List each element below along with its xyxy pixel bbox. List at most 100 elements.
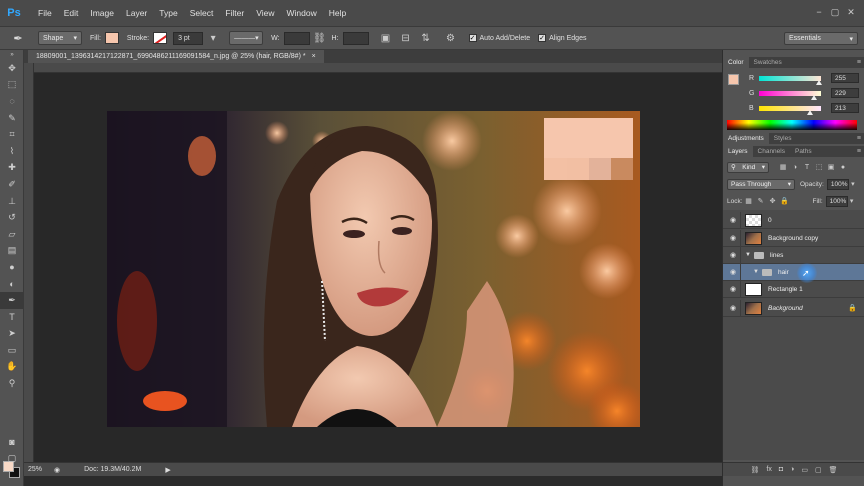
slider-b[interactable]: B 213 <box>749 102 861 115</box>
slider-r-value[interactable]: 255 <box>831 73 859 83</box>
zoom-level[interactable]: 25% <box>28 466 42 473</box>
workspace-select[interactable]: Essentials ▾ <box>784 32 858 45</box>
quick-select-tool-icon[interactable]: ✎ <box>0 110 24 127</box>
layer-row-background[interactable]: ◉ Background 🔒 <box>723 299 864 317</box>
hand-tool-icon[interactable]: ✋ <box>0 359 24 376</box>
kind-filter-select[interactable]: ⚲ Kind ▾ <box>727 161 769 173</box>
panel-menu-icon[interactable]: ≡ <box>857 148 861 155</box>
layer-row-0[interactable]: ◉ 0 <box>723 211 864 229</box>
height-input[interactable] <box>342 31 369 45</box>
path-selection-tool-icon[interactable]: ➤ <box>0 326 24 343</box>
document-canvas-image[interactable] <box>107 111 640 427</box>
path-operations-icon[interactable]: ▣ <box>379 31 393 45</box>
pen-tool-icon[interactable]: ✒ <box>0 292 24 309</box>
layer-row-hair[interactable]: ◉ ▼ hair <box>723 263 864 281</box>
share-icon[interactable]: ◉ <box>54 466 60 474</box>
tab-channels[interactable]: Channels <box>753 146 790 157</box>
lock-pixels-icon[interactable]: ✎ <box>755 196 767 207</box>
menu-view[interactable]: View <box>250 8 280 18</box>
layer-row-lines[interactable]: ◉ ▼ lines <box>723 246 864 264</box>
visibility-eye-icon[interactable]: ◉ <box>726 285 740 293</box>
path-alignment-icon[interactable]: ⊟ <box>399 31 413 45</box>
close-tab-icon[interactable]: × <box>312 53 316 60</box>
visibility-eye-icon[interactable]: ◉ <box>726 304 740 312</box>
collapse-icon[interactable]: » <box>0 50 24 60</box>
crop-tool-icon[interactable]: ⌗ <box>0 126 24 143</box>
healing-brush-tool-icon[interactable]: ✚ <box>0 160 24 177</box>
vertical-ruler[interactable] <box>24 63 34 462</box>
move-tool-icon[interactable]: ✥ <box>0 60 24 77</box>
shape-tool-icon[interactable]: ▭ <box>0 342 24 359</box>
filter-shape-icon[interactable]: ⬚ <box>813 162 825 173</box>
gradient-tool-icon[interactable]: ▤ <box>0 243 24 260</box>
chevron-down-icon[interactable]: ▾ <box>848 196 856 207</box>
current-color-swatch[interactable] <box>728 74 739 85</box>
quick-mask-icon[interactable]: ◙ <box>0 434 24 451</box>
stroke-type-select[interactable]: ——— ▾ <box>229 31 264 45</box>
slider-r-track[interactable] <box>759 75 823 85</box>
panel-menu-icon[interactable]: ≡ <box>857 135 861 142</box>
expand-triangle-icon[interactable]: ▼ <box>745 252 751 258</box>
panel-menu-icon[interactable]: ≡ <box>857 59 861 66</box>
link-icon[interactable]: ⛓ <box>313 31 327 45</box>
lock-all-icon[interactable]: 🔒 <box>779 196 791 207</box>
menu-type[interactable]: Type <box>153 8 183 18</box>
fill-input[interactable]: 100% <box>825 195 848 207</box>
trash-icon[interactable]: 🗑 <box>829 466 838 474</box>
adjustment-layer-icon[interactable]: ◑ <box>790 466 794 473</box>
lock-position-icon[interactable]: ✥ <box>767 196 779 207</box>
status-menu-arrow-icon[interactable]: ▶ <box>165 466 170 474</box>
slider-b-thumb[interactable] <box>806 109 813 115</box>
slider-g[interactable]: G 229 <box>749 87 861 100</box>
slider-b-value[interactable]: 213 <box>831 103 859 113</box>
menu-help[interactable]: Help <box>323 8 352 18</box>
slider-r[interactable]: R 255 <box>749 72 861 85</box>
marquee-tool-icon[interactable]: ⬚ <box>0 77 24 94</box>
restore-button[interactable]: ▢ <box>830 8 840 17</box>
menu-image[interactable]: Image <box>84 8 120 18</box>
brush-tool-icon[interactable]: ✐ <box>0 176 24 193</box>
visibility-eye-icon[interactable]: ◉ <box>726 216 740 224</box>
slider-g-track[interactable] <box>759 90 821 100</box>
gear-icon[interactable]: ⚙ <box>444 31 458 45</box>
new-group-icon[interactable]: ▭ <box>801 466 808 474</box>
clone-stamp-tool-icon[interactable]: ⊥ <box>0 193 24 210</box>
expand-triangle-icon[interactable]: ▼ <box>753 269 759 275</box>
blur-tool-icon[interactable]: ● <box>0 259 24 276</box>
layer-row-background-copy[interactable]: ◉ Background copy <box>723 229 864 247</box>
horizontal-ruler[interactable] <box>34 63 722 73</box>
eraser-tool-icon[interactable]: ▱ <box>0 226 24 243</box>
close-window-button[interactable]: ✕ <box>846 8 856 17</box>
link-layers-icon[interactable]: ⛓ <box>751 466 760 474</box>
filter-smart-object-icon[interactable]: ▣ <box>825 162 837 173</box>
fill-swatch[interactable] <box>104 32 119 44</box>
pen-tool-preset-icon[interactable]: ✒ <box>6 28 30 48</box>
stroke-swatch[interactable] <box>153 32 168 44</box>
menu-select[interactable]: Select <box>184 8 220 18</box>
visibility-eye-icon[interactable]: ◉ <box>726 234 740 242</box>
chevron-down-icon[interactable]: ▾ <box>849 179 857 190</box>
tab-swatches[interactable]: Swatches <box>749 57 787 68</box>
slider-b-track[interactable] <box>759 105 821 115</box>
filter-type-icon[interactable]: T <box>801 162 813 173</box>
type-tool-icon[interactable]: T <box>0 309 24 326</box>
dodge-tool-icon[interactable]: ◐ <box>0 276 24 293</box>
slider-g-value[interactable]: 229 <box>831 88 859 98</box>
menu-window[interactable]: Window <box>280 8 322 18</box>
auto-add-delete-checkbox[interactable]: ✓ Auto Add/Delete <box>468 34 530 42</box>
zoom-tool-icon[interactable]: ⚲ <box>0 375 24 392</box>
fx-icon[interactable]: fx <box>766 466 771 473</box>
filter-pixel-icon[interactable]: ▦ <box>777 162 789 173</box>
layer-row-rectangle-1[interactable]: ◉ Rectangle 1 <box>723 280 864 298</box>
new-layer-icon[interactable]: ▢ <box>815 466 822 474</box>
chevron-down-icon[interactable]: ▾ <box>206 31 220 45</box>
tab-styles[interactable]: Styles <box>769 133 797 144</box>
slider-r-thumb[interactable] <box>816 79 823 85</box>
document-tab[interactable]: 18809001_1396314217122871_69904862111690… <box>28 50 324 63</box>
blend-mode-select[interactable]: Pass Through ▾ <box>727 178 795 190</box>
tab-adjustments[interactable]: Adjustments <box>723 133 769 144</box>
menu-file[interactable]: File <box>32 8 58 18</box>
screen-mode-icon[interactable]: ▢ <box>0 450 24 467</box>
path-arrangement-icon[interactable]: ⇅ <box>419 31 433 45</box>
opacity-input[interactable]: 100% <box>826 178 849 190</box>
